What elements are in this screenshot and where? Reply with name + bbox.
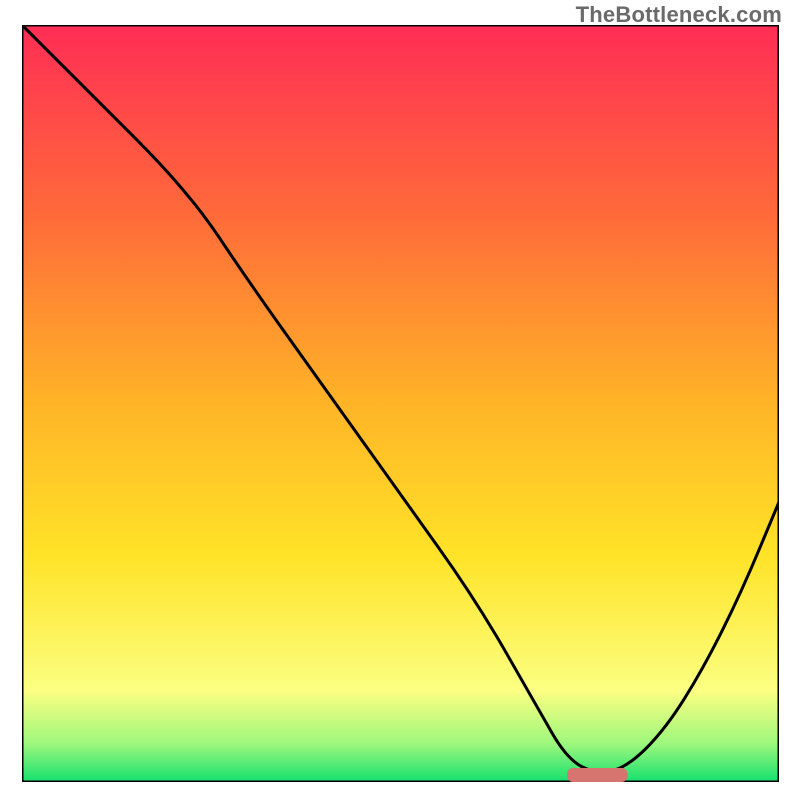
bottleneck-curve-chart (22, 25, 779, 782)
chart-area (22, 25, 779, 782)
watermark-text: TheBottleneck.com (576, 2, 782, 28)
optimum-marker (567, 768, 628, 782)
